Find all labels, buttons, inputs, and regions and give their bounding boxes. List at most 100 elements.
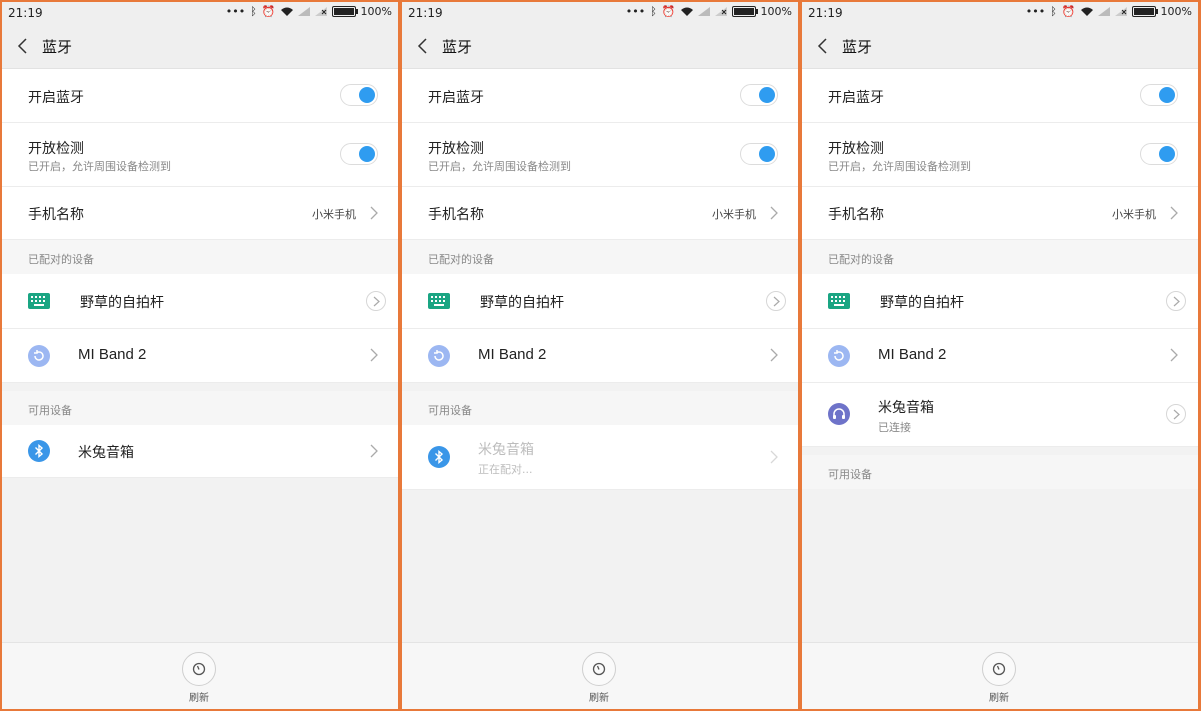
wifi-icon: [680, 7, 693, 16]
device-row[interactable]: 米兔音箱: [2, 425, 398, 478]
battery-percent: 100%: [360, 5, 392, 18]
page-title: 蓝牙: [442, 38, 473, 56]
toggle-knob: [1159, 87, 1175, 103]
refresh-button[interactable]: [582, 652, 616, 686]
chevron-right-icon: [773, 296, 780, 307]
discoverable-sub: 已开启，允许周围设备检测到: [28, 160, 171, 173]
toggle-knob: [759, 87, 775, 103]
paired-section-header: 已配对的设备: [802, 240, 1198, 274]
signal-icon: [297, 7, 310, 16]
bluetooth-toggle[interactable]: [1140, 84, 1178, 106]
section-label: 已配对的设备: [28, 253, 94, 266]
back-arrow-icon[interactable]: [816, 36, 830, 56]
device-row[interactable]: MI Band 2: [402, 329, 798, 383]
refresh-icon: [192, 662, 206, 676]
wifi-icon: [1080, 7, 1093, 16]
refresh-icon: [592, 662, 606, 676]
section-label: 可用设备: [28, 404, 72, 417]
bluetooth-toggle-row[interactable]: 开启蓝牙: [2, 69, 398, 123]
bluetooth-toggle-row[interactable]: 开启蓝牙: [402, 69, 798, 123]
refresh-icon: [992, 662, 1006, 676]
bluetooth-toggle[interactable]: [740, 84, 778, 106]
chevron-right-icon: [370, 444, 378, 458]
dots-icon: •••: [1025, 5, 1046, 18]
no-signal-icon: [1114, 7, 1127, 16]
device-row[interactable]: 野草的自拍杆: [402, 274, 798, 329]
paired-section-header: 已配对的设备: [402, 240, 798, 274]
device-row[interactable]: 米兔音箱 正在配对...: [402, 425, 798, 490]
discoverable-row[interactable]: 开放检测 已开启，允许周围设备检测到: [2, 123, 398, 187]
device-detail-button[interactable]: [766, 291, 786, 311]
bottom-bar: 刷新: [2, 642, 398, 709]
mi-band-icon: [28, 345, 50, 367]
phone-name-value: 小米手机: [1112, 208, 1156, 221]
bluetooth-toggle[interactable]: [340, 84, 378, 106]
device-row[interactable]: MI Band 2: [2, 329, 398, 383]
device-row[interactable]: 米兔音箱 已连接: [802, 383, 1198, 447]
discoverable-row[interactable]: 开放检测 已开启，允许周围设备检测到: [402, 123, 798, 187]
discoverable-toggle[interactable]: [1140, 143, 1178, 165]
status-time: 21:19: [8, 6, 43, 20]
status-bar: 21:19 ••• ᛒ ⏰ 100%: [2, 2, 398, 24]
status-icons: ••• ᛒ ⏰ 100%: [226, 5, 392, 18]
bluetooth-status-icon: ᛒ: [1050, 5, 1057, 18]
back-arrow-icon[interactable]: [416, 36, 430, 56]
phone-name-value: 小米手机: [312, 208, 356, 221]
no-signal-icon: [314, 7, 327, 16]
paired-section-header: 已配对的设备: [2, 240, 398, 274]
bluetooth-toggle-row[interactable]: 开启蓝牙: [802, 69, 1198, 123]
device-row[interactable]: MI Band 2: [802, 329, 1198, 383]
discoverable-label: 开放检测: [428, 141, 484, 157]
bluetooth-on-label: 开启蓝牙: [28, 90, 84, 106]
title-bar: 蓝牙: [802, 24, 1198, 69]
refresh-button[interactable]: [982, 652, 1016, 686]
device-status: 正在配对...: [478, 463, 533, 476]
device-row[interactable]: 野草的自拍杆: [802, 274, 1198, 329]
device-detail-button[interactable]: [1166, 291, 1186, 311]
discoverable-toggle[interactable]: [340, 143, 378, 165]
status-bar: 21:19 ••• ᛒ ⏰ 100%: [402, 2, 798, 24]
device-name: 米兔音箱: [78, 445, 134, 461]
back-arrow-icon[interactable]: [16, 36, 30, 56]
section-label: 可用设备: [828, 468, 872, 481]
chevron-right-icon: [770, 348, 778, 362]
refresh-label: 刷新: [189, 693, 209, 704]
alarm-icon: ⏰: [261, 5, 276, 18]
battery-percent: 100%: [760, 5, 792, 18]
chevron-right-icon: [1173, 409, 1180, 420]
device-row[interactable]: 野草的自拍杆: [2, 274, 398, 329]
chevron-right-icon: [370, 206, 378, 220]
discoverable-toggle[interactable]: [740, 143, 778, 165]
keyboard-icon: [428, 293, 450, 309]
chevron-right-icon: [770, 450, 778, 464]
status-time: 21:19: [408, 6, 443, 20]
device-name: 野草的自拍杆: [80, 295, 164, 311]
toggle-knob: [359, 146, 375, 162]
device-detail-button[interactable]: [1166, 404, 1186, 424]
chevron-right-icon: [1170, 206, 1178, 220]
bluetooth-icon: [428, 446, 450, 468]
bottom-bar: 刷新: [802, 642, 1198, 709]
screen-1: 21:19 ••• ᛒ ⏰ 100% 蓝牙 开启蓝牙 开放检测 已开启，允许周围…: [2, 2, 398, 709]
bluetooth-on-label: 开启蓝牙: [428, 90, 484, 106]
keyboard-icon: [28, 293, 50, 309]
discoverable-row[interactable]: 开放检测 已开启，允许周围设备检测到: [802, 123, 1198, 187]
device-status: 已连接: [878, 421, 911, 434]
phone-name-row[interactable]: 手机名称 小米手机: [2, 187, 398, 240]
toggle-knob: [1159, 146, 1175, 162]
divider: [2, 383, 398, 391]
phone-name-row[interactable]: 手机名称 小米手机: [802, 187, 1198, 240]
divider: [802, 447, 1198, 455]
status-time: 21:19: [808, 6, 843, 20]
device-detail-button[interactable]: [366, 291, 386, 311]
chevron-right-icon: [770, 206, 778, 220]
discoverable-label: 开放检测: [828, 141, 884, 157]
device-name: 米兔音箱: [478, 442, 534, 458]
phone-name-row[interactable]: 手机名称 小米手机: [402, 187, 798, 240]
signal-icon: [1097, 7, 1110, 16]
refresh-button[interactable]: [182, 652, 216, 686]
device-name: 野草的自拍杆: [880, 295, 964, 311]
page-title: 蓝牙: [842, 38, 873, 56]
title-bar: 蓝牙: [2, 24, 398, 69]
device-name: 野草的自拍杆: [480, 295, 564, 311]
